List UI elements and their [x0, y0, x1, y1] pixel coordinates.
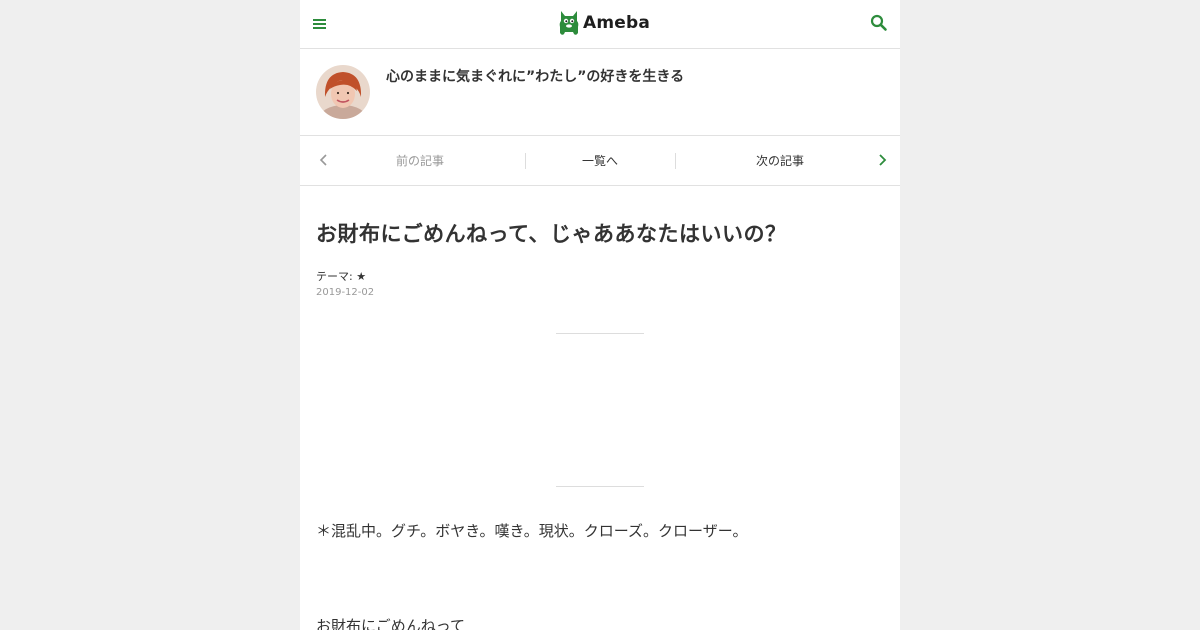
global-header: Ameba: [300, 0, 900, 49]
article-body-text: お財布にごめんねって: [316, 617, 465, 630]
search-button[interactable]: [870, 14, 888, 32]
logo-text: Ameba: [583, 13, 651, 33]
pager-divider: [675, 153, 676, 169]
blog-page: Ameba 心のままに気まぐれに”わたし”の好きを生きる 前の記事 一覧へ 次の…: [300, 0, 900, 630]
article-title: お財布にごめんねって、じゃああなたはいいの？: [316, 222, 787, 246]
ameba-logo[interactable]: Ameba: [558, 9, 650, 37]
article-pager: 前の記事 一覧へ 次の記事: [300, 136, 900, 186]
blog-title[interactable]: 心のままに気まぐれに”わたし”の好きを生きる: [386, 66, 684, 86]
ameba-mascot-icon: [559, 11, 579, 35]
article-list-link[interactable]: 一覧へ: [526, 136, 674, 185]
article-date: 2019-12-02: [316, 287, 375, 298]
blog-header: 心のままに気まぐれに”わたし”の好きを生きる: [300, 49, 900, 136]
profile-avatar-icon: [316, 65, 370, 119]
chevron-right-icon[interactable]: [876, 153, 888, 167]
prev-article-link[interactable]: 前の記事: [350, 136, 490, 185]
chevron-left-icon: [319, 154, 327, 166]
article-theme: テーマ: ★: [316, 268, 366, 284]
hamburger-menu-icon: [313, 19, 326, 21]
menu-button[interactable]: [312, 14, 328, 34]
search-icon: [870, 14, 887, 31]
article-body-text: ＊混乱中。グチ。ボヤき。嘆き。現状。クローズ。クローザー。: [316, 522, 748, 540]
ad-divider-bottom: [556, 486, 644, 487]
next-article-link[interactable]: 次の記事: [710, 136, 850, 185]
ad-divider-top: [556, 333, 644, 334]
theme-link[interactable]: ★: [356, 270, 366, 283]
avatar[interactable]: [316, 65, 370, 119]
theme-label: テーマ:: [316, 270, 353, 283]
